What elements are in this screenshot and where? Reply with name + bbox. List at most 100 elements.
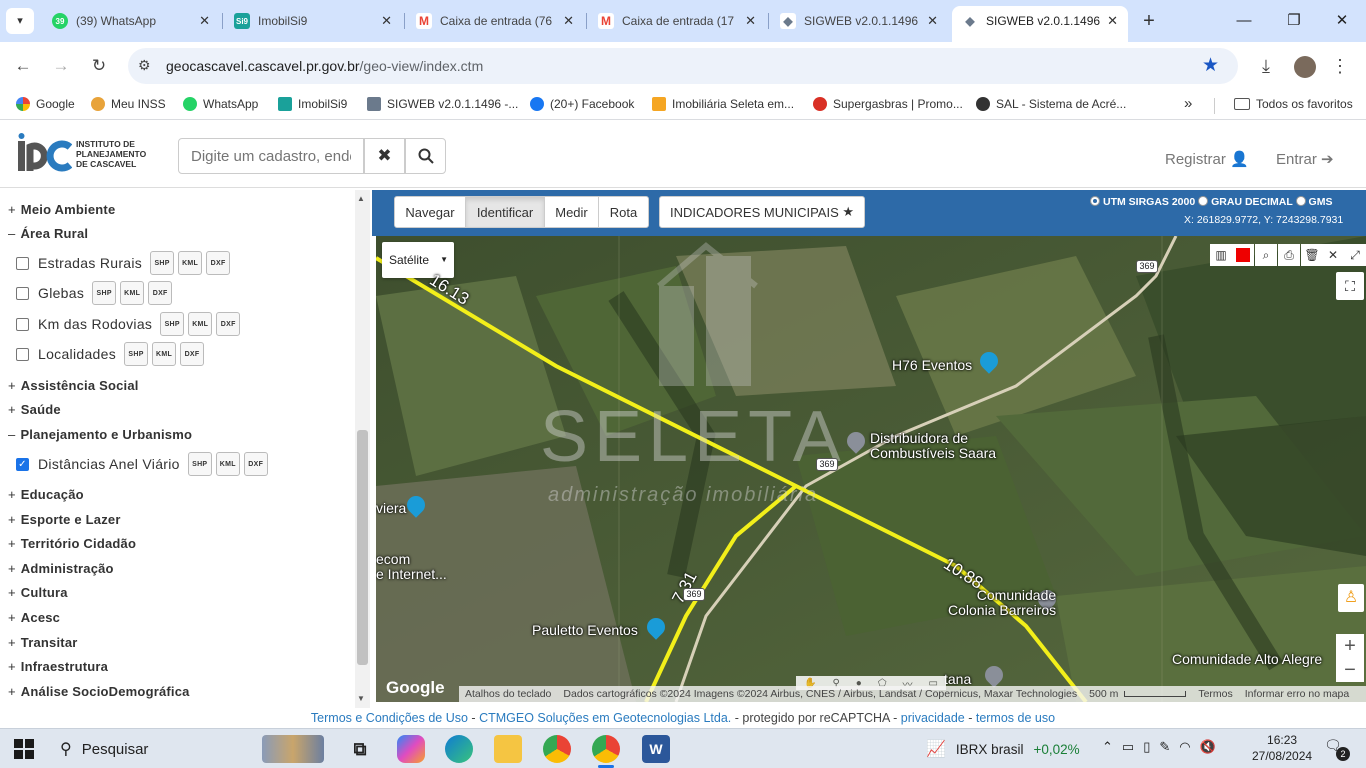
bookmark-star-icon[interactable]: ★ — [1202, 54, 1219, 77]
zoom-search-icon[interactable]: ⌕ — [1255, 244, 1277, 266]
category-saude[interactable]: + Saúde — [8, 402, 61, 417]
scroll-down-arrow[interactable]: ▼ — [357, 694, 365, 703]
tab-sigweb-active[interactable]: ◆ SIGWEB v2.0.1.1496 ✕ — [952, 6, 1128, 42]
bookmark-whatsapp[interactable]: WhatsApp — [183, 97, 258, 111]
sidebar-scroll-thumb[interactable] — [357, 430, 368, 665]
bookmark-supergasbras[interactable]: Supergasbras | Promo... — [813, 97, 963, 111]
category-transitar[interactable]: + Transitar — [8, 635, 78, 650]
satellite-map[interactable]: SELETA administração imobiliária Satélit… — [376, 236, 1366, 702]
print-icon[interactable]: ⎙ — [1278, 244, 1300, 266]
zoom-in-button[interactable]: + — [1336, 634, 1364, 658]
battery-icon[interactable]: ▭ — [1122, 739, 1134, 755]
category-planejamento[interactable]: – Planejamento e Urbanismo — [8, 427, 192, 442]
category-administracao[interactable]: + Administração — [8, 561, 114, 576]
category-educacao[interactable]: + Educação — [8, 487, 84, 502]
dxf-download-icon[interactable]: DXF — [216, 312, 241, 336]
kml-download-icon[interactable]: KML — [188, 312, 213, 336]
indicadores-municipais-button[interactable]: INDICADORES MUNICIPAIS ★ — [659, 196, 865, 228]
close-window-button[interactable]: ✕ — [1328, 8, 1356, 34]
wifi-icon[interactable]: ◠ — [1179, 739, 1190, 755]
pen-icon[interactable]: ✎ — [1159, 739, 1170, 755]
forward-button[interactable]: → — [47, 52, 75, 80]
dxf-download-icon[interactable]: DXF — [243, 452, 268, 476]
restore-button[interactable]: ❐ — [1280, 8, 1308, 34]
close-icon[interactable]: ✕ — [199, 13, 210, 29]
close-icon[interactable]: ✕ — [1107, 13, 1118, 29]
medir-button[interactable]: Medir — [544, 196, 599, 228]
layer-checkbox[interactable] — [16, 347, 29, 361]
shp-download-icon[interactable]: SHP — [150, 251, 175, 275]
register-link[interactable]: Registrar 👤 — [1165, 150, 1249, 168]
copilot-icon[interactable] — [397, 735, 425, 763]
zoom-out-button[interactable]: − — [1336, 658, 1364, 682]
clock[interactable]: 16:23 27/08/2024 — [1252, 732, 1312, 764]
clear-search-button[interactable]: ✖ — [364, 138, 405, 174]
layer-checkbox[interactable] — [16, 256, 29, 270]
terms-link[interactable]: Termos — [1198, 688, 1232, 700]
bookmark-sal[interactable]: SAL - Sistema de Acré... — [976, 97, 1126, 111]
category-territorio[interactable]: + Território Cidadão — [8, 536, 136, 551]
category-acesc[interactable]: + Acesc — [8, 610, 60, 625]
place-label-ecom[interactable]: ecom e Internet... — [376, 552, 447, 582]
dxf-download-icon[interactable]: DXF — [180, 342, 205, 366]
tab-imobilsi9[interactable]: Si9 ImobilSi9 ✕ — [224, 6, 402, 36]
street-view-pegman-icon[interactable]: ♙ — [1338, 584, 1364, 612]
bookmark-imobilsi9[interactable]: ImobilSi9 — [278, 97, 347, 111]
address-search-input[interactable] — [178, 138, 364, 174]
place-label-alto-alegre[interactable]: Comunidade Alto Alegre — [1172, 652, 1322, 667]
close-icon[interactable]: ✕ — [927, 13, 938, 29]
dxf-download-icon[interactable]: DXF — [148, 281, 173, 305]
keyboard-shortcuts-link[interactable]: Atalhos do teclado — [465, 688, 551, 700]
terms-of-use-link[interactable]: termos de uso — [976, 711, 1055, 725]
trash-icon[interactable]: 🗑 — [1301, 244, 1323, 266]
bookmark-sigweb[interactable]: SIGWEB v2.0.1.1496 -... — [367, 97, 518, 111]
basemap-select[interactable]: Satélite ▼ — [382, 242, 454, 278]
tab-whatsapp[interactable]: 39 (39) WhatsApp ✕ — [42, 6, 220, 36]
tab-gmail-1[interactable]: M Caixa de entrada (76 ✕ — [406, 6, 584, 36]
taskbar-search[interactable]: ⚲ Pesquisar — [48, 733, 338, 765]
close-icon[interactable]: ✕ — [1322, 244, 1344, 266]
grau-radio[interactable] — [1198, 196, 1209, 206]
fullscreen-button[interactable]: ⛶ — [1336, 272, 1364, 300]
search-button[interactable] — [405, 138, 446, 174]
word-icon[interactable]: W — [642, 735, 670, 763]
category-area-rural[interactable]: – Área Rural — [8, 226, 88, 241]
notifications-icon[interactable]: 🗨 2 — [1324, 737, 1350, 761]
shp-download-icon[interactable]: SHP — [187, 452, 212, 476]
report-error-link[interactable]: Informar erro no mapa — [1245, 688, 1349, 700]
task-view-icon[interactable]: ⧉ — [346, 735, 374, 763]
ctmgeo-link[interactable]: CTMGEO Soluções em Geotecnologias Ltda. — [479, 711, 731, 725]
gms-radio[interactable] — [1295, 196, 1306, 206]
category-infraestrutura[interactable]: + Infraestrutura — [8, 659, 108, 674]
chevron-up-icon[interactable]: ⌃ — [1102, 739, 1113, 755]
new-tab-button[interactable]: + — [1136, 8, 1162, 34]
tab-gmail-2[interactable]: M Caixa de entrada (17 ✕ — [588, 6, 766, 36]
place-label-pauletto[interactable]: Pauletto Eventos — [532, 623, 638, 638]
file-explorer-icon[interactable] — [494, 735, 522, 763]
shp-download-icon[interactable]: SHP — [92, 281, 117, 305]
windows-start-icon[interactable] — [14, 739, 34, 759]
category-esporte[interactable]: + Esporte e Lazer — [8, 512, 121, 527]
scroll-up-arrow[interactable]: ▲ — [357, 194, 365, 203]
minimize-button[interactable]: — — [1230, 8, 1258, 34]
ipc-logo[interactable]: INSTITUTO DE PLANEJAMENTO DE CASCAVEL — [16, 133, 146, 179]
kml-download-icon[interactable]: KML — [215, 452, 240, 476]
navegar-button[interactable]: Navegar — [394, 196, 466, 228]
scale-label[interactable]: 500 m — [1089, 688, 1118, 700]
place-label-tana[interactable]: tana — [944, 672, 971, 687]
edge-icon[interactable] — [445, 735, 473, 763]
place-label-distribuidora[interactable]: Distribuidora de Combustíveis Saara — [870, 431, 996, 461]
identificar-button[interactable]: Identificar — [465, 196, 545, 228]
device-icon[interactable]: ▯ — [1143, 739, 1150, 755]
close-icon[interactable]: ✕ — [563, 13, 574, 29]
chart-icon[interactable]: ▥ — [1210, 244, 1232, 266]
category-meio-ambiente[interactable]: + Meio Ambiente — [8, 202, 115, 217]
tab-search-button[interactable]: ▾ — [6, 8, 34, 34]
chrome-icon[interactable] — [543, 735, 571, 763]
kml-download-icon[interactable]: KML — [120, 281, 145, 305]
place-label-viera[interactable]: viera — [376, 501, 406, 516]
close-icon[interactable]: ✕ — [381, 13, 392, 29]
layer-checkbox-checked[interactable]: ✓ — [16, 457, 29, 471]
category-cultura[interactable]: + Cultura — [8, 585, 68, 600]
chrome-profile-icon[interactable] — [592, 735, 620, 763]
